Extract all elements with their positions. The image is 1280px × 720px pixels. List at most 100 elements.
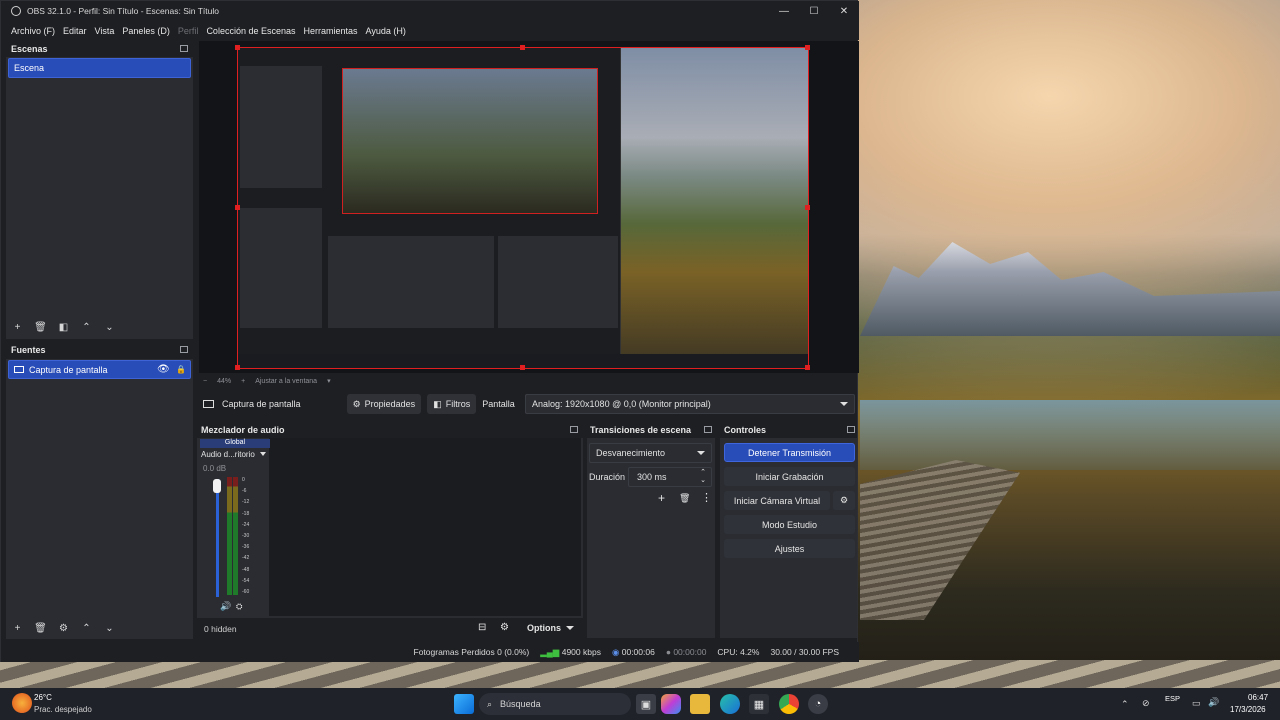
window-title: OBS 32.1.0 - Perfil: Sin Título - Escena…: [27, 6, 219, 16]
minimize-button[interactable]: —: [769, 1, 799, 21]
filters-button[interactable]: ◧ Filtros: [427, 394, 477, 414]
weather-desc[interactable]: Prac. despejado: [34, 705, 92, 714]
move-up-icon[interactable]: ⌃: [75, 320, 98, 334]
add-transition-icon[interactable]: +: [658, 491, 665, 505]
transition-select-value: Desvanecimiento: [596, 448, 666, 458]
weather-sun-icon[interactable]: [12, 693, 32, 713]
volume-slider-handle[interactable]: [213, 479, 221, 493]
virtual-camera-gear-icon[interactable]: ⚙: [833, 491, 855, 510]
scene-item-label: Escena: [14, 63, 45, 73]
resize-handle-r[interactable]: [805, 205, 810, 210]
spin-up-icon[interactable]: ⌃: [700, 468, 706, 476]
resize-handle-t[interactable]: [520, 45, 525, 50]
visibility-eye-icon[interactable]: 👁: [157, 364, 170, 375]
remove-source-icon[interactable]: 🗑: [29, 621, 52, 635]
resize-handle-b[interactable]: [520, 365, 525, 370]
spin-down-icon[interactable]: ⌄: [700, 476, 706, 484]
file-explorer-icon[interactable]: [690, 694, 710, 714]
close-button[interactable]: ✕: [829, 1, 859, 21]
display-label: Pantalla: [482, 399, 515, 409]
obs-window: OBS 32.1.0 - Perfil: Sin Título - Escena…: [0, 0, 859, 662]
selected-source-name: Captura de pantalla: [222, 399, 301, 409]
transition-menu-icon[interactable]: ⋮: [701, 491, 712, 504]
studio-mode-button[interactable]: Modo Estudio: [724, 515, 855, 534]
display-select[interactable]: Analog: 1920x1080 @ 0,0 (Monitor princip…: [525, 394, 855, 414]
zoom-dropdown-icon[interactable]: ▾: [327, 377, 331, 385]
stop-streaming-button[interactable]: Detener Transmisión: [724, 443, 855, 462]
title-bar[interactable]: OBS 32.1.0 - Perfil: Sin Título - Escena…: [1, 1, 859, 21]
mixer-channel-config-icon[interactable]: ⛭: [236, 602, 242, 612]
mixer-hidden-count: 0 hidden: [204, 624, 237, 634]
resize-handle-tr[interactable]: [805, 45, 810, 50]
fit-window-button[interactable]: Ajustar a la ventana: [255, 378, 317, 385]
scene-item[interactable]: Escena: [8, 58, 191, 78]
chrome-icon[interactable]: [779, 694, 799, 714]
taskbar-search[interactable]: ⌕ Búsqueda: [479, 693, 631, 715]
resize-handle-bl[interactable]: [235, 365, 240, 370]
input-language[interactable]: ESP: [1165, 694, 1180, 703]
maximize-button[interactable]: ☐: [799, 1, 829, 21]
add-source-icon[interactable]: +: [6, 621, 29, 635]
volume-slider-track[interactable]: [216, 479, 219, 597]
source-properties-gear-icon[interactable]: ⚙: [52, 621, 75, 635]
options-chevron-down-icon[interactable]: [566, 626, 574, 630]
properties-button[interactable]: ⚙ Propiedades: [346, 394, 422, 414]
speaker-icon[interactable]: 🔊: [220, 601, 231, 612]
menu-scene-collection[interactable]: Colección de Escenas: [206, 26, 295, 36]
start-windows-icon[interactable]: [454, 694, 474, 714]
resize-handle-br[interactable]: [805, 365, 810, 370]
mixer-empty-area: [269, 438, 581, 616]
zoom-out-icon[interactable]: −: [203, 378, 207, 385]
lock-icon[interactable]: 🔒: [176, 365, 186, 374]
obs-taskbar-icon[interactable]: ◔: [808, 694, 828, 714]
sources-undock-icon[interactable]: [180, 346, 188, 353]
transitions-undock-icon[interactable]: [704, 426, 712, 433]
tray-overflow-chevron-icon[interactable]: ⌃: [1121, 699, 1129, 710]
clock-time[interactable]: 06:47: [1248, 693, 1268, 702]
settings-button[interactable]: Ajustes: [724, 539, 855, 558]
remove-scene-icon[interactable]: 🗑: [29, 320, 52, 334]
copilot-icon[interactable]: [661, 694, 681, 714]
store-icon[interactable]: ▦: [749, 694, 769, 714]
preview-canvas[interactable]: [237, 47, 809, 369]
mixer-channel-name[interactable]: Audio d...ritorio: [201, 450, 261, 459]
tray-volume-icon[interactable]: 🔊: [1208, 697, 1219, 708]
menu-docks[interactable]: Paneles (D): [122, 26, 170, 36]
menu-file[interactable]: Archivo (F): [11, 26, 55, 36]
source-item[interactable]: Captura de pantalla 👁 🔒: [8, 360, 191, 379]
source-down-icon[interactable]: ⌄: [98, 621, 121, 635]
move-down-icon[interactable]: ⌄: [98, 320, 121, 334]
add-scene-icon[interactable]: +: [6, 320, 29, 334]
preview-zoom-bar: − 44% + Ajustar a la ventana ▾: [199, 373, 859, 389]
task-view-icon[interactable]: ▣: [636, 694, 656, 714]
transition-select[interactable]: Desvanecimiento: [589, 443, 712, 463]
menu-help[interactable]: Ayuda (H): [366, 26, 406, 36]
vu-meter-scale: 0 -6 -12 -18 -24 -30 -36 -42 -48 -54 -60: [242, 477, 249, 600]
remove-transition-icon[interactable]: 🗑: [679, 493, 690, 504]
zoom-in-icon[interactable]: +: [241, 378, 245, 385]
start-recording-button[interactable]: Iniciar Grabación: [724, 467, 855, 486]
source-up-icon[interactable]: ⌃: [75, 621, 98, 635]
channel-menu-caret-icon[interactable]: [260, 452, 266, 456]
weather-temp[interactable]: 26°C: [34, 693, 52, 702]
menu-profile[interactable]: Perfil: [178, 26, 199, 36]
mixer-layout-icon[interactable]: ⊟: [478, 622, 486, 633]
scene-filters-icon[interactable]: ◧: [52, 320, 75, 334]
tray-network-icon[interactable]: ⊘: [1142, 698, 1150, 709]
tray-display-icon[interactable]: ▭: [1192, 698, 1201, 709]
start-virtual-camera-button[interactable]: Iniciar Cámara Virtual: [724, 491, 830, 510]
menu-view[interactable]: Vista: [95, 26, 115, 36]
stream-timer: ◉ 00:00:06: [612, 647, 655, 658]
resize-handle-l[interactable]: [235, 205, 240, 210]
menu-tools[interactable]: Herramientas: [304, 26, 358, 36]
mixer-options-button[interactable]: Options: [527, 623, 561, 633]
scenes-undock-icon[interactable]: [180, 45, 188, 52]
mixer-advanced-icon[interactable]: ⚙: [500, 622, 509, 633]
menu-edit[interactable]: Editar: [63, 26, 87, 36]
clock-date[interactable]: 17/3/2026: [1230, 705, 1266, 714]
edge-icon[interactable]: [720, 694, 740, 714]
duration-spinbox[interactable]: 300 ms ⌃ ⌄: [628, 467, 712, 487]
controls-undock-icon[interactable]: [847, 426, 855, 433]
resize-handle-tl[interactable]: [235, 45, 240, 50]
mixer-undock-icon[interactable]: [570, 426, 578, 433]
